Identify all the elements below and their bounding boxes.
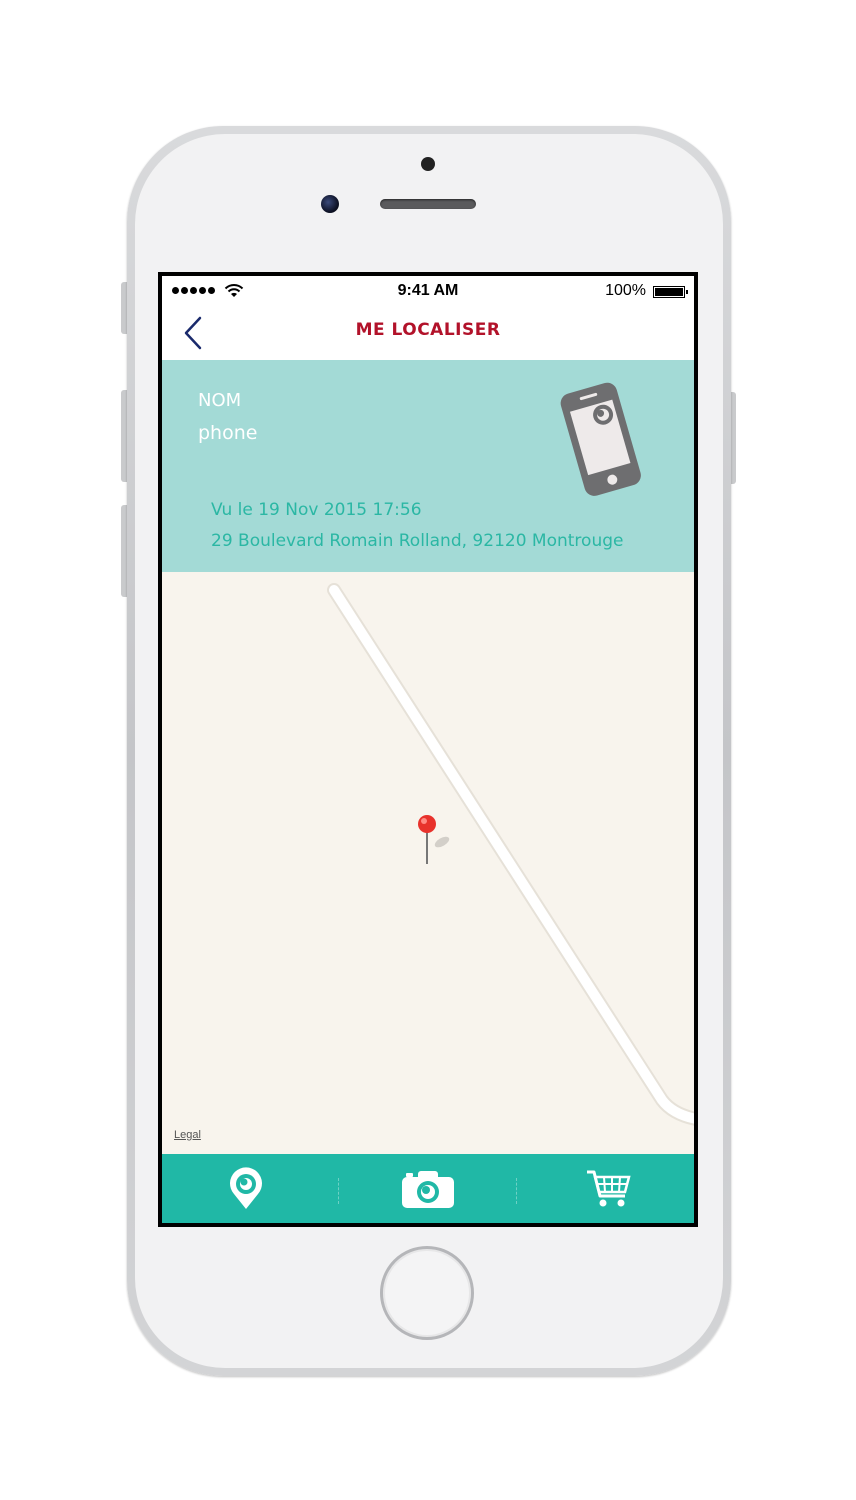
last-seen-text: Vu le 19 Nov 2015 17:56 xyxy=(211,500,422,520)
app-screen: 9:41 AM 100% ME LOCALISER NOM phone Vu l… xyxy=(162,276,694,1223)
cart-icon xyxy=(587,1170,631,1206)
location-icon xyxy=(230,1166,262,1209)
earpiece-speaker xyxy=(380,199,476,209)
tab-bar xyxy=(162,1154,694,1223)
legal-link[interactable]: Legal xyxy=(174,1129,201,1141)
tab-camera[interactable] xyxy=(368,1154,488,1223)
tab-divider xyxy=(338,1178,340,1204)
map-view[interactable]: Legal xyxy=(162,572,694,1154)
front-camera-icon xyxy=(321,195,339,213)
proximity-sensor xyxy=(421,157,435,171)
tab-location[interactable] xyxy=(186,1154,306,1223)
navigation-bar: ME LOCALISER xyxy=(162,306,694,360)
page-title: ME LOCALISER xyxy=(355,320,501,340)
status-bar: 9:41 AM 100% xyxy=(162,276,694,306)
device-name: phone xyxy=(198,422,258,444)
device-address: 29 Boulevard Romain Rolland, 92120 Montr… xyxy=(211,531,624,551)
map-pin-icon[interactable] xyxy=(412,812,462,872)
screen-bezel: 9:41 AM 100% ME LOCALISER NOM phone Vu l… xyxy=(158,272,698,1227)
battery-icon xyxy=(653,286,688,298)
device-name-label: NOM xyxy=(198,390,242,411)
tab-cart[interactable] xyxy=(548,1154,668,1223)
battery-percentage: 100% xyxy=(605,282,646,299)
camera-icon xyxy=(402,1170,454,1208)
home-button[interactable] xyxy=(380,1246,474,1340)
smartphone-icon xyxy=(560,382,641,496)
tab-divider xyxy=(516,1178,518,1204)
device-info-panel: NOM phone Vu le 19 Nov 2015 17:56 29 Bou… xyxy=(162,360,694,572)
